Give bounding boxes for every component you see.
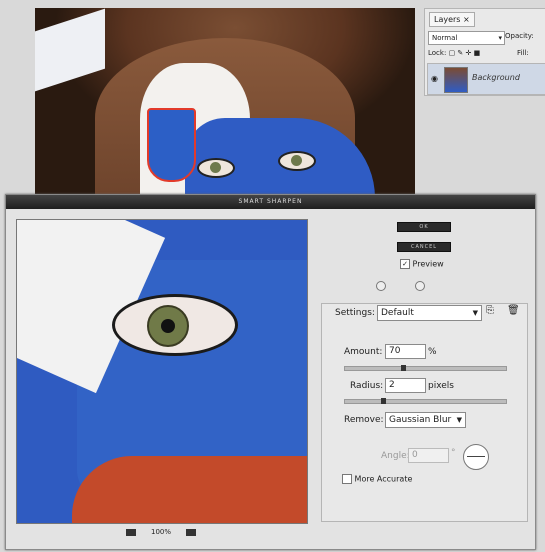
zoom-value: 100% [151, 528, 172, 536]
close-icon[interactable]: × [463, 15, 470, 24]
smart-sharpen-dialog: SMART SHARPEN 100% OK CANCEL ✓ Preview S… [5, 194, 536, 550]
lock-transparency-icon[interactable]: ▢ [449, 49, 456, 57]
settings-group: Settings: Default ▼ ⎘ 🗑 Amount: 70 % Rad… [321, 303, 528, 522]
lock-move-icon[interactable]: ✛ [466, 49, 472, 57]
radius-slider-thumb[interactable] [381, 398, 386, 404]
layer-row-background[interactable]: ◉ Background [427, 63, 545, 95]
photo-coat-of-arms [147, 108, 196, 182]
layer-name: Background [472, 73, 520, 82]
tab-layers[interactable]: Layers × [429, 12, 475, 27]
dropdown-arrow-icon: ▾ [498, 34, 502, 42]
zoom-in-icon[interactable] [186, 529, 196, 536]
preview-eye [112, 294, 238, 356]
amount-input[interactable]: 70 [385, 344, 426, 359]
preview-pupil [161, 319, 175, 333]
delete-settings-icon[interactable]: 🗑 [507, 305, 520, 316]
dropdown-arrow-icon: ▼ [472, 309, 478, 317]
photo-eye-left [197, 158, 235, 178]
lock-label: Lock: [428, 49, 447, 57]
amount-unit: % [428, 347, 437, 357]
cancel-button[interactable]: CANCEL [397, 242, 451, 252]
ok-button[interactable]: OK [397, 222, 451, 232]
advanced-mode-radio[interactable] [415, 281, 425, 291]
remove-label: Remove: [344, 415, 384, 425]
more-accurate-toggle[interactable]: More Accurate [342, 474, 412, 484]
save-settings-icon[interactable]: ⎘ [486, 305, 494, 316]
remove-select[interactable]: Gaussian Blur ▼ [385, 412, 466, 428]
opacity-label: Opacity: [505, 32, 534, 40]
remove-value: Gaussian Blur [389, 415, 452, 425]
dialog-title: SMART SHARPEN [6, 195, 535, 209]
preview-image[interactable] [16, 219, 308, 524]
tab-layers-label: Layers [434, 15, 461, 24]
basic-mode-radio[interactable] [376, 281, 386, 291]
preview-label: Preview [412, 259, 444, 269]
document-canvas[interactable] [35, 8, 415, 198]
settings-select[interactable]: Default ▼ [377, 305, 482, 321]
lock-all-icon[interactable]: ■ [474, 49, 481, 57]
amount-slider[interactable] [344, 365, 507, 371]
preview-iris [147, 305, 189, 347]
photo-eye-right [278, 151, 316, 171]
radius-slider[interactable] [344, 398, 507, 404]
radius-input[interactable]: 2 [385, 378, 426, 393]
layer-thumbnail [444, 67, 468, 93]
settings-value: Default [381, 308, 414, 318]
angle-input[interactable]: 0 [408, 448, 449, 463]
amount-label: Amount: [344, 347, 383, 357]
preview-checkbox[interactable]: ✓ [400, 259, 410, 269]
eye-icon[interactable]: ◉ [431, 75, 441, 83]
dropdown-arrow-icon: ▼ [456, 416, 462, 424]
more-accurate-label: More Accurate [354, 474, 413, 484]
angle-dial[interactable] [463, 444, 489, 470]
blend-mode-select[interactable]: Normal ▾ [428, 31, 505, 45]
settings-label: Settings: [335, 308, 375, 318]
blend-mode-value: Normal [432, 34, 458, 42]
fill-label: Fill: [517, 49, 529, 57]
radius-unit: pixels [428, 381, 454, 391]
zoom-controls: 100% [124, 528, 214, 539]
zoom-out-icon[interactable] [126, 529, 136, 536]
angle-label: Angle: [381, 451, 410, 461]
preview-toggle[interactable]: ✓ Preview [400, 259, 444, 269]
more-accurate-checkbox[interactable] [342, 474, 352, 484]
amount-slider-thumb[interactable] [401, 365, 406, 371]
lock-paint-icon[interactable]: ✎ [457, 49, 463, 57]
preview-red-paint [72, 456, 307, 523]
lock-row: Lock: ▢ ✎ ✛ ■ [428, 49, 480, 57]
layers-panel: Layers × Normal ▾ Opacity: Lock: ▢ ✎ ✛ ■… [424, 8, 545, 96]
angle-unit: ° [451, 448, 456, 458]
radius-label: Radius: [350, 381, 384, 391]
